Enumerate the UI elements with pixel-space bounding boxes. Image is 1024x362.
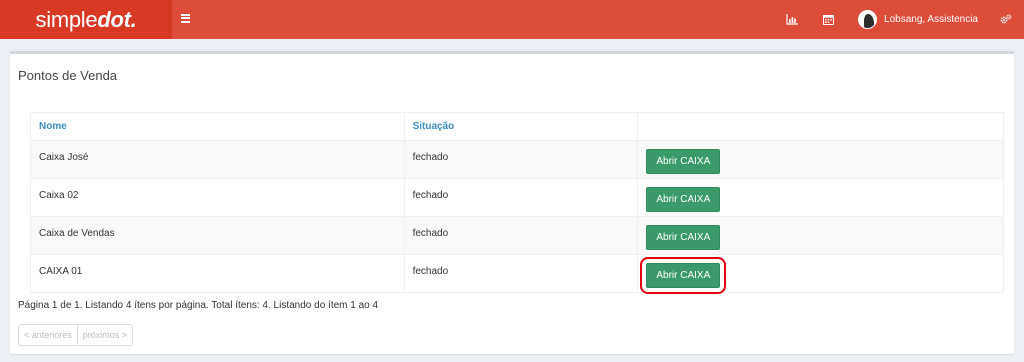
cell-situacao: fechado	[403, 178, 639, 217]
logo-text-light: simple	[35, 6, 98, 32]
table-row: Caixa José fechado Abrir CAIXA	[30, 140, 1004, 179]
cell-action: Abrir CAIXA	[637, 254, 1004, 294]
pagination-summary: Página 1 de 1. Listando 4 ítens por pági…	[18, 300, 379, 311]
cell-situacao: fechado	[403, 216, 639, 255]
column-header-situacao[interactable]: Situação	[403, 112, 639, 141]
top-navbar: simpledot. Lobsang, Assistencia	[0, 0, 1024, 39]
user-name: Lobsang, Assistencia	[884, 14, 978, 25]
abrir-caixa-button[interactable]: Abrir CAIXA	[646, 225, 721, 250]
cell-situacao: fechado	[403, 140, 639, 179]
avatar	[858, 10, 878, 29]
logo[interactable]: simpledot.	[0, 0, 172, 39]
cell-nome: Caixa de Vendas	[30, 216, 405, 255]
cell-action: Abrir CAIXA	[637, 140, 1004, 179]
cell-action: Abrir CAIXA	[637, 178, 1004, 217]
table-row: Caixa de Vendas fechado Abrir CAIXA	[30, 216, 1004, 255]
column-header-nome[interactable]: Nome	[30, 112, 405, 141]
abrir-caixa-button[interactable]: Abrir CAIXA	[646, 187, 721, 212]
table-row: CAIXA 01 fechado Abrir CAIXA	[30, 254, 1004, 294]
abrir-caixa-button[interactable]: Abrir CAIXA	[646, 149, 721, 174]
gears-icon[interactable]	[998, 12, 1014, 28]
next-page-button[interactable]: próximos >	[77, 324, 134, 346]
table-header-row: Nome Situação	[30, 112, 1004, 141]
user-menu[interactable]: Lobsang, Assistencia	[858, 10, 978, 29]
content-box: Pontos de Venda Nome Situação Caixa José…	[10, 51, 1014, 354]
pagination: < anteriores próximos >	[18, 324, 134, 346]
cell-nome: Caixa José	[30, 140, 405, 179]
table-row: Caixa 02 fechado Abrir CAIXA	[30, 178, 1004, 217]
cell-nome: Caixa 02	[30, 178, 405, 217]
pontos-de-venda-table: Nome Situação Caixa José fechado Abrir C…	[30, 112, 1004, 294]
cell-situacao: fechado	[403, 254, 639, 293]
logo-text-bold: dot.	[97, 6, 137, 32]
calendar-icon[interactable]	[820, 12, 836, 28]
navbar-right: Lobsang, Assistencia	[774, 0, 1024, 39]
cell-nome: CAIXA 01	[30, 254, 405, 293]
previous-page-button[interactable]: < anteriores	[18, 324, 78, 346]
menu-icon[interactable]	[181, 12, 195, 26]
column-header-actions	[637, 112, 1004, 141]
cell-action: Abrir CAIXA	[637, 216, 1004, 255]
page-title: Pontos de Venda	[18, 68, 118, 83]
abrir-caixa-button-highlighted[interactable]: Abrir CAIXA	[640, 257, 727, 294]
bar-chart-icon[interactable]	[784, 12, 800, 28]
